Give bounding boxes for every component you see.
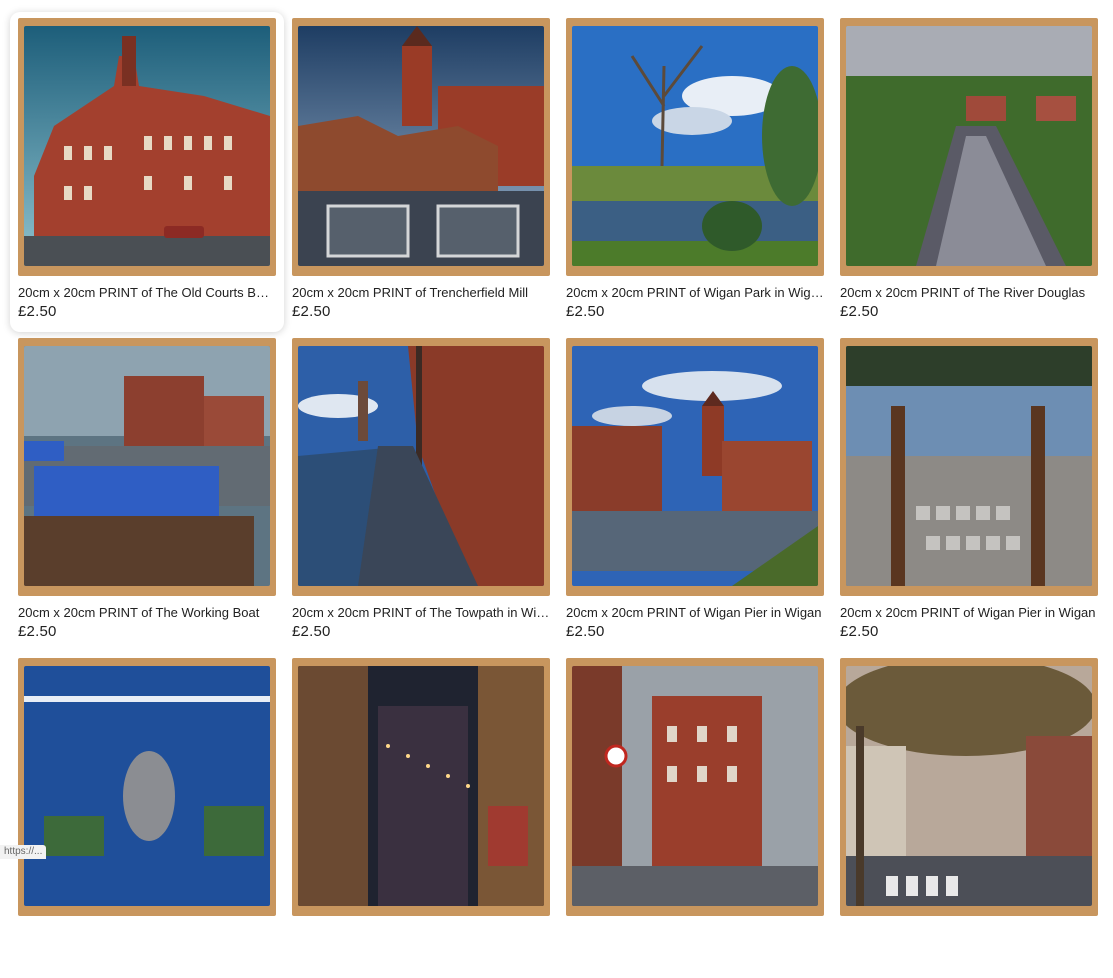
listing-photo: [572, 346, 818, 586]
listing-card[interactable]: [840, 658, 1098, 978]
listing-photo: [846, 26, 1092, 266]
listing-photo: [572, 666, 818, 906]
listing-photo: [846, 666, 1092, 906]
listing-grid: 20cm x 20cm PRINT of The Old Courts Buil…: [18, 18, 1100, 978]
listing-price: £2.50: [840, 303, 1098, 321]
listing-thumbnail[interactable]: [292, 18, 550, 276]
listing-photo: [846, 346, 1092, 586]
listing-thumbnail[interactable]: [566, 658, 824, 916]
listing-thumbnail[interactable]: [566, 18, 824, 276]
listing-card[interactable]: 20cm x 20cm PRINT of Wigan Pier in Wigan…: [840, 338, 1098, 658]
listing-card[interactable]: 20cm x 20cm PRINT of The Working Boat £2…: [18, 338, 276, 658]
listing-thumbnail[interactable]: [18, 658, 276, 916]
listing-card[interactable]: 20cm x 20cm PRINT of The River Douglas £…: [840, 18, 1098, 338]
listing-photo: [298, 346, 544, 586]
listing-title[interactable]: 20cm x 20cm PRINT of Wigan Pier in Wigan: [840, 605, 1098, 621]
listing-price: £2.50: [292, 623, 550, 641]
listing-photo: [24, 666, 270, 906]
listing-card[interactable]: 20cm x 20cm PRINT of Trencherfield Mill …: [292, 18, 550, 338]
listing-price: £2.50: [566, 303, 824, 321]
listing-thumbnail[interactable]: [566, 338, 824, 596]
listing-card[interactable]: 20cm x 20cm PRINT of Wigan Park in Wigan…: [566, 18, 824, 338]
listing-card[interactable]: 20cm x 20cm PRINT of The Towpath in Wiga…: [292, 338, 550, 658]
listing-card[interactable]: [566, 658, 824, 978]
listing-photo: [572, 26, 818, 266]
listing-title[interactable]: 20cm x 20cm PRINT of The Old Courts Buil…: [18, 285, 276, 301]
listing-price: £2.50: [292, 303, 550, 321]
listing-card[interactable]: [18, 658, 276, 978]
listing-thumbnail[interactable]: [840, 18, 1098, 276]
listing-price: £2.50: [840, 623, 1098, 641]
listing-card[interactable]: [292, 658, 550, 978]
listing-photo: [24, 26, 270, 266]
listing-title[interactable]: 20cm x 20cm PRINT of The Towpath in Wiga…: [292, 605, 550, 621]
listing-photo: [298, 666, 544, 906]
status-bar-url: https://...: [0, 845, 46, 859]
listing-photo: [24, 346, 270, 586]
listing-price: £2.50: [566, 623, 824, 641]
listing-photo: [298, 26, 544, 266]
listing-card[interactable]: 20cm x 20cm PRINT of Wigan Pier in Wigan…: [566, 338, 824, 658]
listing-thumbnail[interactable]: [292, 338, 550, 596]
listing-price: £2.50: [18, 623, 276, 641]
listing-title[interactable]: 20cm x 20cm PRINT of Wigan Pier in Wigan: [566, 605, 824, 621]
listing-thumbnail[interactable]: [840, 658, 1098, 916]
listing-price: £2.50: [18, 303, 284, 321]
listing-title[interactable]: 20cm x 20cm PRINT of Trencherfield Mill: [292, 285, 550, 301]
listing-title[interactable]: 20cm x 20cm PRINT of The Working Boat: [18, 605, 276, 621]
listing-thumbnail[interactable]: [840, 338, 1098, 596]
listing-title[interactable]: 20cm x 20cm PRINT of Wigan Park in Wigan: [566, 285, 824, 301]
listing-thumbnail[interactable]: [18, 338, 276, 596]
listing-card[interactable]: 20cm x 20cm PRINT of The Old Courts Buil…: [10, 12, 284, 332]
listing-thumbnail[interactable]: [292, 658, 550, 916]
listing-title[interactable]: 20cm x 20cm PRINT of The River Douglas: [840, 285, 1098, 301]
listing-thumbnail[interactable]: [18, 18, 276, 276]
